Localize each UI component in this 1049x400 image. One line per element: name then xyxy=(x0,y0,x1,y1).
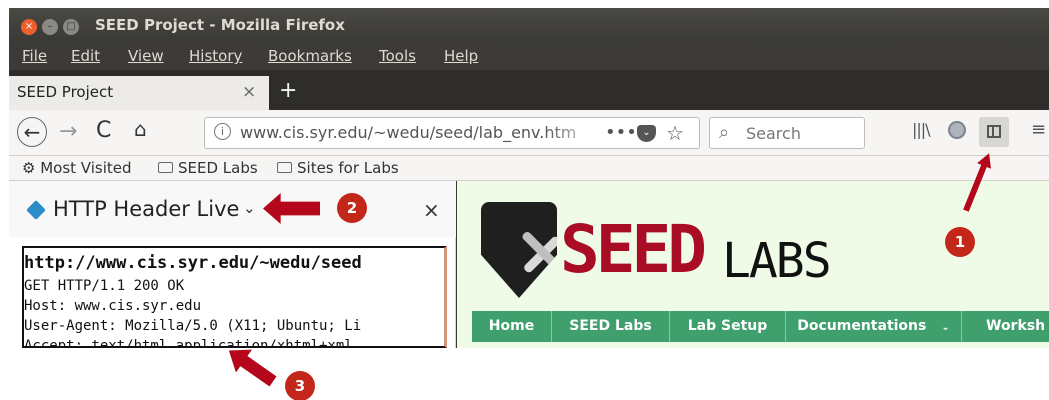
url-fade-overlay xyxy=(545,118,605,148)
search-placeholder[interactable]: Search xyxy=(746,124,801,143)
labs-logo-text: LABS xyxy=(722,233,832,289)
nav-seed-labs[interactable]: SEED Labs xyxy=(552,311,670,342)
annotation-badge-1: 1 xyxy=(945,227,975,257)
sidebar-toggle-button[interactable] xyxy=(979,117,1009,147)
tab-strip: SEED Project × + xyxy=(9,70,1049,110)
menu-bookmarks[interactable]: Bookmarks xyxy=(268,47,352,65)
window-title: SEED Project - Mozilla Firefox xyxy=(95,16,345,34)
tab-close-icon[interactable]: × xyxy=(242,82,256,102)
annotation-badge-2: 2 xyxy=(337,193,367,223)
folder-icon xyxy=(158,162,173,173)
seed-labs-label: SEED Labs xyxy=(178,159,258,177)
screenshot: × – □ SEED Project - Mozilla Firefox Fil… xyxy=(0,0,1049,400)
chevron-down-icon[interactable]: ⌄ xyxy=(243,199,256,217)
documentations-label: Documentations xyxy=(797,318,927,334)
hamburger-menu-icon[interactable]: ≡ xyxy=(1031,119,1046,140)
tab-seed-project[interactable]: SEED Project × xyxy=(9,76,269,110)
firefox-window: × – □ SEED Project - Mozilla Firefox Fil… xyxy=(9,8,1049,348)
reload-icon[interactable]: C xyxy=(96,118,111,143)
seed-labs-page: SEED LABS Home SEED Labs Lab Setup Docum… xyxy=(457,181,1049,348)
seed-shield-logo-icon xyxy=(481,202,557,298)
home-icon[interactable]: ⌂ xyxy=(134,117,147,141)
folder-icon xyxy=(277,162,292,173)
forward-arrow-icon[interactable]: → xyxy=(59,119,77,144)
http-header-live-sidebar: HTTP Header Live ⌄ × http://www.cis.syr.… xyxy=(9,181,456,348)
window-maximize-button[interactable]: □ xyxy=(63,19,79,35)
page-actions-dots-icon[interactable]: ••• xyxy=(605,122,637,143)
accept-header: Accept: text/html,application/xhtml+xml, xyxy=(24,338,362,348)
bookmark-star-icon[interactable]: ☆ xyxy=(666,121,684,145)
menu-history[interactable]: History xyxy=(189,47,242,65)
sidebar-close-icon[interactable]: × xyxy=(423,198,440,222)
bookmarks-toolbar: ⚙ Most Visited SEED Labs Sites for Labs xyxy=(9,156,1049,181)
request-url[interactable]: http://www.cis.syr.edu/~wedu/seed xyxy=(24,253,362,273)
menu-tools[interactable]: Tools xyxy=(379,47,416,65)
nav-documentations[interactable]: Documentations ⌄ xyxy=(786,311,962,342)
site-navigation: Home SEED Labs Lab Setup Documentations ⌄… xyxy=(472,311,1049,342)
sidebar-header: HTTP Header Live ⌄ × xyxy=(9,181,456,237)
search-icon: ⌕ xyxy=(719,122,730,143)
library-icon[interactable]: |||\ xyxy=(912,120,931,139)
menu-edit[interactable]: Edit xyxy=(71,47,100,65)
search-box[interactable]: ⌕ Search xyxy=(709,117,865,149)
navigation-toolbar: ← → C ⌂ i www.cis.syr.edu/~wedu/seed/lab… xyxy=(9,110,1049,156)
sidebar-title[interactable]: HTTP Header Live xyxy=(53,197,239,221)
most-visited-label: Most Visited xyxy=(40,159,132,177)
sidebar-icon xyxy=(987,125,1001,138)
new-tab-plus-icon[interactable]: + xyxy=(279,78,297,103)
menu-help[interactable]: Help xyxy=(444,47,478,65)
menu-bar: File Edit View History Bookmarks Tools H… xyxy=(9,42,1049,70)
nav-workshops[interactable]: Worksh xyxy=(962,311,1049,342)
bookmark-seed-labs[interactable]: SEED Labs xyxy=(158,159,258,177)
http-header-live-cube-icon xyxy=(26,200,46,220)
info-icon[interactable]: i xyxy=(214,123,231,140)
annotation-badge-3: 3 xyxy=(285,371,315,400)
http-header-entry[interactable]: http://www.cis.syr.edu/~wedu/seed GET HT… xyxy=(22,246,447,348)
dropdown-chevron-icon: ⌄ xyxy=(941,322,950,333)
status-line: GET HTTP/1.1 200 OK xyxy=(24,278,185,294)
user-agent-header: User-Agent: Mozilla/5.0 (X11; Ubuntu; Li xyxy=(24,318,362,334)
window-minimize-button[interactable]: – xyxy=(42,19,58,35)
host-header: Host: www.cis.syr.edu xyxy=(24,298,202,314)
bookmark-sites-for-labs[interactable]: Sites for Labs xyxy=(277,159,399,177)
url-text[interactable]: www.cis.syr.edu/~wedu/seed/lab_env.htm xyxy=(240,123,576,142)
sites-for-labs-label: Sites for Labs xyxy=(297,159,399,177)
url-bar[interactable]: i www.cis.syr.edu/~wedu/seed/lab_env.htm… xyxy=(204,117,700,149)
window-titlebar: × – □ SEED Project - Mozilla Firefox xyxy=(9,8,1049,42)
menu-file[interactable]: File xyxy=(22,47,47,65)
window-close-button[interactable]: × xyxy=(21,19,37,35)
gear-icon: ⚙ xyxy=(22,159,41,177)
menu-view[interactable]: View xyxy=(128,47,164,65)
nav-home[interactable]: Home xyxy=(472,311,552,342)
nav-lab-setup[interactable]: Lab Setup xyxy=(670,311,786,342)
tab-title: SEED Project xyxy=(17,83,114,101)
pocket-icon[interactable]: ⌄ xyxy=(637,125,656,142)
globe-icon[interactable] xyxy=(948,121,966,139)
back-arrow-icon[interactable]: ← xyxy=(17,117,47,147)
bookmark-most-visited[interactable]: ⚙ Most Visited xyxy=(22,159,132,177)
